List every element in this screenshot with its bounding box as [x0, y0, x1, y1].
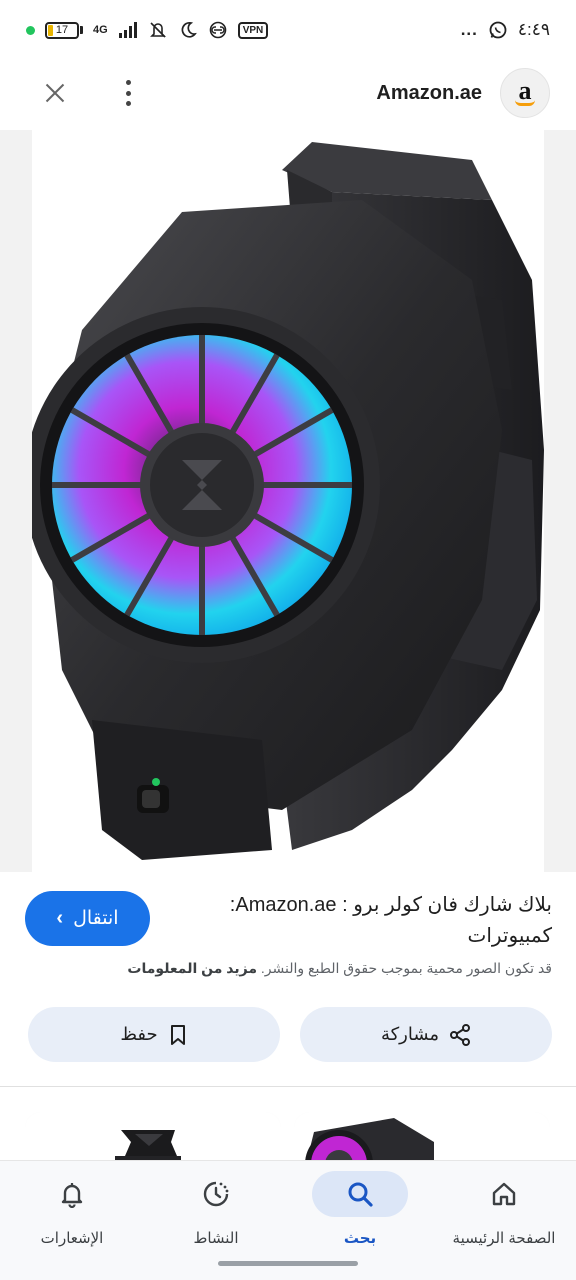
nav-home-pill [456, 1171, 552, 1217]
close-button[interactable] [40, 78, 70, 108]
nav-activity-pill [168, 1171, 264, 1217]
status-right: ... ٤:٤٩ [461, 20, 550, 40]
vpn-indicator: VPN [237, 21, 269, 39]
status-bar: 17 4G VPN ... ٤:٤٩ [0, 0, 576, 60]
status-left: 17 4G VPN [26, 20, 269, 40]
result-title[interactable]: بلاك شارك فان كولر برو : Amazon.ae: كمبي… [192, 890, 552, 952]
clock: ٤:٤٩ [517, 20, 550, 39]
section-divider [0, 1086, 576, 1087]
amazon-logo-icon: a [500, 68, 550, 118]
nav-home[interactable]: الصفحة الرئيسية [432, 1171, 576, 1261]
link-icon [209, 21, 226, 39]
viewer-header: Amazon.ae a [0, 60, 576, 126]
network-type: 4G [93, 24, 108, 36]
save-button[interactable]: حفظ [28, 1007, 280, 1062]
action-row: حفظ مشاركة [28, 1007, 552, 1062]
image-viewer[interactable] [0, 130, 576, 872]
product-image-fan-cooler [32, 142, 544, 860]
privacy-indicator-icon [26, 25, 35, 35]
visit-button[interactable]: ‹ انتقال [25, 891, 150, 946]
nav-search[interactable]: بحث [288, 1171, 432, 1261]
site-name: Amazon.ae [376, 81, 482, 104]
mute-icon [149, 22, 166, 38]
nav-activity-label: النشاط [193, 1230, 239, 1247]
nav-search-label: بحث [343, 1230, 377, 1247]
source-site[interactable]: Amazon.ae a [376, 68, 550, 118]
do-not-disturb-moon-icon [181, 21, 197, 38]
whatsapp-icon [489, 21, 507, 39]
share-button[interactable]: مشاركة [300, 1007, 552, 1062]
product-image-frame [32, 130, 544, 872]
visit-label: انتقال [73, 908, 119, 929]
bell-icon [61, 1183, 83, 1208]
bookmark-icon [170, 1024, 185, 1045]
signal-icon [118, 22, 137, 38]
overflow-dots: ... [460, 20, 478, 39]
copyright-notice: قد تكون الصور محمية بموجب حقوق الطبع وال… [22, 960, 552, 977]
nav-notifications-label: الإشعارات [40, 1230, 104, 1247]
home-icon [492, 1182, 516, 1206]
activity-icon [203, 1181, 229, 1207]
nav-notifications[interactable]: الإشعارات [0, 1171, 144, 1261]
gesture-bar[interactable] [218, 1261, 358, 1266]
battery-icon: 17 [45, 21, 83, 39]
nav-activity[interactable]: النشاط [144, 1171, 288, 1261]
nav-notifications-pill [24, 1171, 120, 1217]
bottom-navigation: الصفحة الرئيسية بحث النشاط الإشعارات [0, 1160, 576, 1280]
chevron-left-icon: ‹ [56, 907, 64, 929]
copyright-text: قد تكون الصور محمية بموجب حقوق الطبع وال… [260, 960, 552, 976]
nav-home-label: الصفحة الرئيسية [452, 1230, 556, 1247]
battery-level: 17 [55, 24, 69, 36]
more-info-link[interactable]: مزيد من المعلومات [127, 960, 257, 976]
save-label: حفظ [120, 1024, 158, 1044]
search-icon [348, 1182, 373, 1207]
share-label: مشاركة [380, 1024, 440, 1044]
nav-search-pill [312, 1171, 408, 1217]
share-icon [450, 1023, 471, 1046]
screen: 17 4G VPN ... ٤:٤٩ Amazon.ae a ‹ انتقال … [0, 0, 576, 1280]
more-options-icon[interactable] [122, 80, 134, 106]
